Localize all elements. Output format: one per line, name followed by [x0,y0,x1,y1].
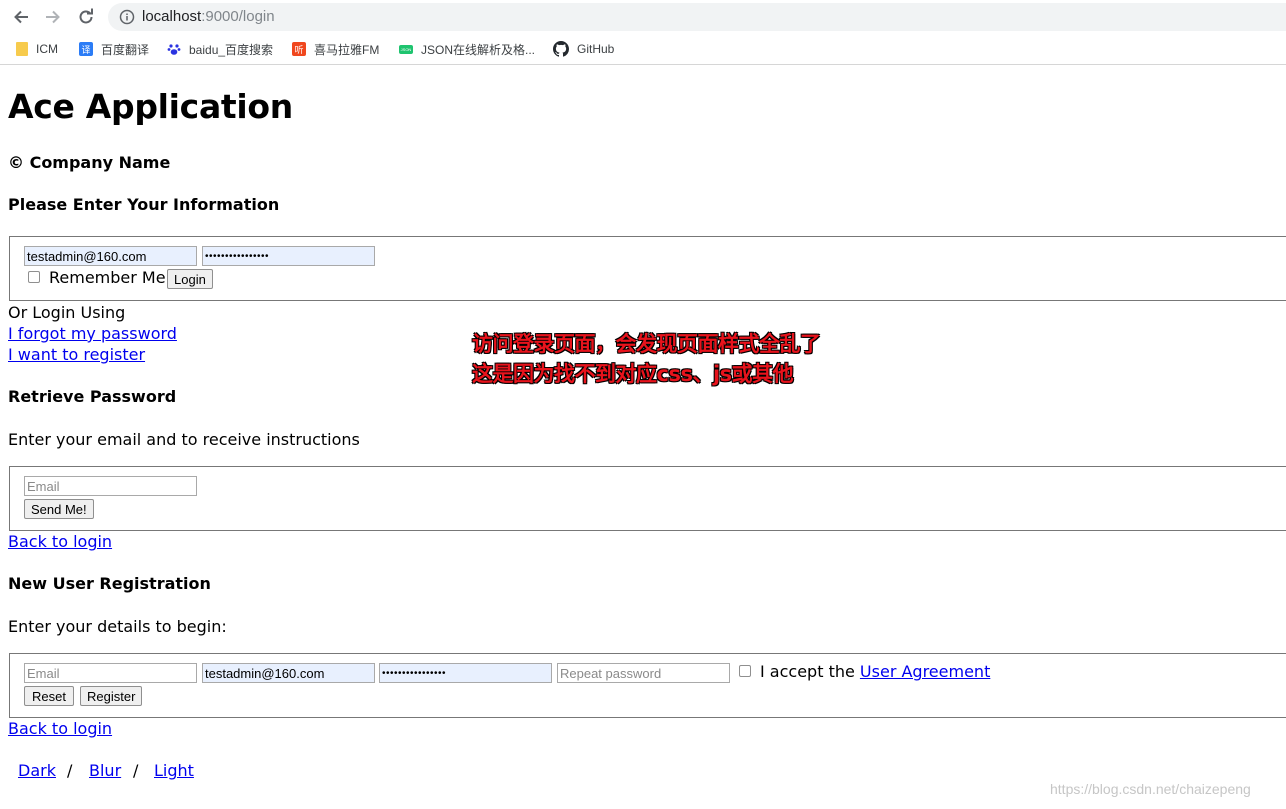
bookmarks-bar: ICM 译 百度翻译 baidu_百度搜索 听 喜马拉雅FM JSON JSON… [0,34,1286,65]
page-content: Ace Application © Company Name Please En… [0,65,1286,809]
send-me-button[interactable]: Send Me! [24,499,94,519]
url-text: localhost:9000/login [142,8,275,25]
ximalaya-icon: 听 [292,42,306,56]
theme-light-link[interactable]: Light [154,761,194,780]
json-icon: JSON [399,44,413,54]
bookmark-baidu-translate[interactable]: 译 百度翻译 [79,41,149,57]
register-fieldset: I accept the User Agreement Reset Regist… [9,653,1286,718]
arrow-left-icon [14,10,28,24]
login-password-input[interactable] [202,246,375,266]
retrieve-fieldset: Send Me! [9,466,1286,531]
login-fieldset: Remember Me Login [9,236,1286,301]
reload-button[interactable] [75,6,97,28]
bookmark-github[interactable]: GitHub [553,41,614,57]
baidu-paw-icon [167,44,181,55]
reload-icon [79,8,93,24]
bookmark-icm[interactable]: ICM [16,41,58,57]
annotation-line-1: 访问登录页面，会发现页面样式全乱了 [472,332,821,356]
theme-blur-link[interactable]: Blur [89,761,121,780]
or-login-using: Or Login Using [8,303,126,322]
bookmark-baidu-search[interactable]: baidu_百度搜索 [167,41,273,57]
register-password-input[interactable] [379,663,552,683]
browser-toolbar: localhost:9000/login [0,0,1286,34]
accept-label-text: I accept the [760,662,855,681]
retrieve-back-link[interactable]: Back to login [8,532,112,551]
bookmark-label: 喜马拉雅FM [314,42,380,57]
register-back-link[interactable]: Back to login [8,719,112,738]
register-instructions: Enter your details to begin: [8,617,227,636]
address-bar[interactable]: localhost:9000/login [108,3,1286,31]
company-name: © Company Name [8,153,171,172]
login-heading: Please Enter Your Information [8,195,280,214]
retrieve-heading: Retrieve Password [8,387,177,406]
forward-button[interactable] [42,6,64,28]
register-email-input[interactable] [24,663,197,683]
bookmark-label: GitHub [577,42,615,56]
bookmark-label: baidu_百度搜索 [189,42,274,57]
repeat-password-input[interactable] [557,663,730,683]
annotation-line-2: 这是因为找不到对应css、js或其他 [472,362,794,386]
page-title: Ace Application [8,87,293,126]
forgot-password-link[interactable]: I forgot my password [8,324,177,343]
register-heading: New User Registration [8,574,211,593]
login-button[interactable]: Login [167,269,213,289]
arrow-right-icon [46,10,60,24]
register-link[interactable]: I want to register [8,345,145,364]
reset-button[interactable]: Reset [24,686,74,706]
bookmark-json[interactable]: JSON JSON在线解析及格... [399,41,535,57]
back-button[interactable] [10,6,32,28]
accept-label: I accept the User Agreement [760,662,990,681]
theme-dark-link[interactable]: Dark [18,761,56,780]
remember-me-checkbox[interactable] [28,271,40,283]
github-icon [553,41,569,57]
bookmark-label: 百度翻译 [101,42,150,57]
bookmark-label: JSON在线解析及格... [421,42,536,57]
login-username-input[interactable] [24,246,197,266]
info-icon[interactable] [119,9,135,25]
folder-icon [16,42,28,56]
user-agreement-link[interactable]: User Agreement [860,662,990,681]
remember-me-label: Remember Me [49,268,166,287]
register-username-input[interactable] [202,663,375,683]
url-path: :9000/login [201,8,275,25]
retrieve-instructions: Enter your email and to receive instruct… [8,430,360,449]
theme-separator: / [67,761,73,780]
register-button[interactable]: Register [80,686,143,706]
theme-separator: / [133,761,139,780]
bookmark-label: ICM [36,42,58,56]
retrieve-email-input[interactable] [24,476,197,496]
translate-icon: 译 [79,42,93,56]
bookmark-ximalaya[interactable]: 听 喜马拉雅FM [292,41,379,57]
url-host: localhost [142,8,202,25]
annotation-text: 访问登录页面，会发现页面样式全乱了 这是因为找不到对应css、js或其他 [472,329,821,389]
accept-agreement-checkbox[interactable] [739,665,751,677]
watermark: https://blog.csdn.net/chaizepeng [1050,781,1251,797]
